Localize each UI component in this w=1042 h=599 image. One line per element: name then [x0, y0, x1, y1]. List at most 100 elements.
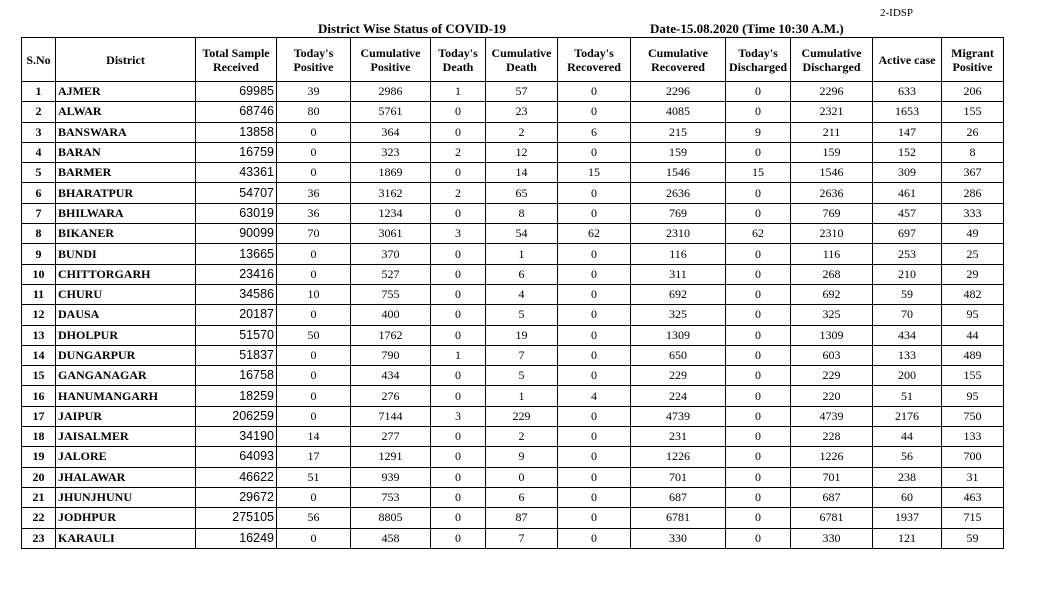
table-cell: 15 — [725, 162, 791, 184]
table-cell: JALORE — [55, 446, 196, 468]
table-cell: 10 — [276, 283, 351, 306]
table-cell: 0 — [725, 182, 791, 204]
table-cell: 275105 — [195, 507, 277, 529]
table-cell: KARAULI — [55, 527, 196, 549]
table-cell: 206259 — [195, 405, 277, 428]
table-cell: 220 — [790, 385, 873, 407]
table-cell: 3162 — [350, 182, 431, 204]
table-cell: 229 — [630, 365, 726, 387]
table-cell: 753 — [350, 486, 431, 509]
table-cell: 0 — [430, 101, 486, 123]
table-cell: 238 — [872, 466, 942, 488]
table-row: 17 JAIPUR 206259 0 7144 3 229 0 4739 0 4739 2176 750 — [21, 405, 1004, 428]
table-row: 6 BHARATPUR 54707 36 3162 2 65 0 2636 0 2636 461 286 — [21, 182, 1004, 204]
table-cell: DAUSA — [55, 304, 196, 326]
table-cell: 457 — [872, 202, 942, 225]
table-cell: 0 — [276, 162, 351, 184]
table-cell: 15 — [21, 365, 56, 387]
table-row: 15 GANGANAGAR 16758 0 434 0 5 0 229 0 229 200 155 — [21, 365, 1004, 387]
table-cell: 0 — [430, 446, 486, 468]
table-cell: 9 — [485, 446, 558, 468]
table-cell: 69985 — [195, 80, 277, 103]
table-cell: 147 — [872, 121, 942, 143]
table-cell: 0 — [725, 365, 791, 387]
table-cell: 3061 — [350, 223, 431, 245]
table-cell: 0 — [430, 283, 486, 306]
table-cell: 39 — [276, 80, 351, 103]
table-cell: 21 — [21, 486, 56, 509]
table-cell: 70 — [872, 304, 942, 326]
table-cell: 211 — [790, 121, 873, 143]
table-cell: 330 — [630, 527, 726, 549]
table-cell: 2 — [485, 121, 558, 143]
table-cell: CHITTORGARH — [55, 263, 196, 285]
table-cell: 0 — [725, 527, 791, 549]
table-cell: 87 — [485, 507, 558, 529]
table-cell: 20 — [21, 466, 56, 488]
table-cell: 323 — [350, 141, 431, 164]
table-cell: 367 — [941, 162, 1004, 184]
table-row: 19 JALORE 64093 17 1291 0 9 0 1226 0 1226 56 700 — [21, 446, 1004, 468]
table-cell: 8 — [21, 223, 56, 245]
table-cell: 10 — [21, 263, 56, 285]
table-cell: 434 — [872, 324, 942, 346]
table-cell: 0 — [725, 80, 791, 103]
table-cell: 0 — [557, 405, 631, 428]
table-cell: 0 — [557, 527, 631, 549]
table-cell: JHUNJHUNU — [55, 486, 196, 509]
table-row: 13 DHOLPUR 51570 50 1762 0 19 0 1309 0 1309 434 44 — [21, 324, 1004, 346]
table-cell: 0 — [430, 162, 486, 184]
table-cell: 0 — [276, 365, 351, 387]
table-cell: 133 — [941, 426, 1004, 448]
table-cell: 458 — [350, 527, 431, 549]
table-cell: BANSWARA — [55, 121, 196, 143]
table-cell: 6 — [21, 182, 56, 204]
table-cell: 4739 — [790, 405, 873, 428]
table-cell: 1937 — [872, 507, 942, 529]
table-cell: 1653 — [872, 101, 942, 123]
table-cell: 22 — [21, 507, 56, 529]
table-cell: 6 — [485, 486, 558, 509]
district-status-table: S.No District Total Sample Received Today's… — [21, 37, 1004, 549]
column-header: Today's Recovered — [557, 37, 631, 82]
table-cell: 0 — [430, 121, 486, 143]
table-cell: 0 — [430, 263, 486, 285]
table-cell: 70 — [276, 223, 351, 245]
table-cell: 13665 — [195, 243, 277, 265]
table-cell: JODHPUR — [55, 507, 196, 529]
table-cell: 325 — [630, 304, 726, 326]
table-cell: 34190 — [195, 426, 277, 448]
table-cell: 51837 — [195, 344, 277, 367]
table-cell: 4 — [21, 141, 56, 164]
table-cell: ALWAR — [55, 101, 196, 123]
table-cell: 1309 — [630, 324, 726, 346]
table-cell: 1234 — [350, 202, 431, 225]
table-cell: 13 — [21, 324, 56, 346]
table-cell: 0 — [725, 304, 791, 326]
table-cell: 0 — [725, 507, 791, 529]
table-cell: 7 — [21, 202, 56, 225]
table-cell: 0 — [725, 385, 791, 407]
table-header-row: S.No District Total Sample Received Today's… — [21, 37, 1004, 82]
table-cell: CHURU — [55, 283, 196, 306]
table-cell: 0 — [430, 426, 486, 448]
table-cell: GANGANAGAR — [55, 365, 196, 387]
table-cell: 54 — [485, 223, 558, 245]
table-cell: DUNGARPUR — [55, 344, 196, 367]
table-cell: 527 — [350, 263, 431, 285]
table-row: 7 BHILWARA 63019 36 1234 0 8 0 769 0 769 457 333 — [21, 202, 1004, 225]
table-cell: 692 — [630, 283, 726, 306]
table-cell: 2636 — [790, 182, 873, 204]
table-cell: 0 — [725, 101, 791, 123]
table-cell: 276 — [350, 385, 431, 407]
table-row: 3 BANSWARA 13858 0 364 0 2 6 215 9 211 147 26 — [21, 121, 1004, 143]
table-cell: 463 — [941, 486, 1004, 509]
table-cell: 5 — [21, 162, 56, 184]
table-cell: 13858 — [195, 121, 277, 143]
table-row: 14 DUNGARPUR 51837 0 790 1 7 0 650 0 603 133 489 — [21, 344, 1004, 367]
table-cell: 0 — [557, 182, 631, 204]
table-cell: 0 — [725, 243, 791, 265]
table-cell: 0 — [725, 426, 791, 448]
table-cell: 133 — [872, 344, 942, 367]
table-cell: 701 — [630, 466, 726, 488]
